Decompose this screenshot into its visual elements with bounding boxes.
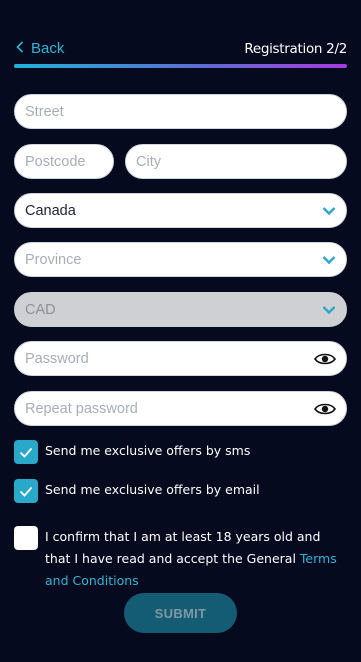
street-placeholder: Street <box>25 103 64 120</box>
sms-offers-option: Send me exclusive offers by sms <box>14 440 250 464</box>
progress-bar <box>14 64 347 68</box>
chevron-down-icon <box>322 305 336 314</box>
password-placeholder: Password <box>25 350 89 367</box>
street-input[interactable]: Street <box>14 94 347 129</box>
city-placeholder: City <box>136 153 161 170</box>
sms-offers-label: Send me exclusive offers by sms <box>45 443 251 458</box>
submit-button[interactable]: SUBMIT <box>124 593 237 633</box>
province-select[interactable]: Province <box>14 242 347 277</box>
eye-icon[interactable] <box>314 402 336 416</box>
currency-value: CAD <box>25 301 56 318</box>
password-input[interactable]: Password <box>14 341 347 376</box>
terms-option: I confirm that I am at least 18 years ol… <box>14 526 347 592</box>
eye-icon[interactable] <box>314 352 336 366</box>
email-offers-option: Send me exclusive offers by email <box>14 479 260 503</box>
chevron-down-icon <box>322 255 336 264</box>
currency-select: CAD <box>14 292 347 327</box>
sms-offers-checkbox[interactable] <box>14 440 38 464</box>
city-input[interactable]: City <box>125 144 347 179</box>
repeat-password-placeholder: Repeat password <box>25 400 138 417</box>
province-placeholder: Province <box>25 251 82 268</box>
chevron-down-icon <box>322 206 336 215</box>
terms-checkbox[interactable] <box>14 526 38 550</box>
back-button[interactable]: Back <box>16 40 64 57</box>
repeat-password-input[interactable]: Repeat password <box>14 391 347 426</box>
check-icon <box>19 486 33 497</box>
postcode-input[interactable]: Postcode <box>14 144 114 179</box>
terms-label: I confirm that I am at least 18 years ol… <box>45 526 347 592</box>
page-title: Registration 2/2 <box>244 41 347 57</box>
terms-text: I confirm that I am at least 18 years ol… <box>45 529 321 566</box>
back-label: Back <box>31 40 65 57</box>
check-icon <box>19 447 33 458</box>
chevron-left-icon <box>16 40 24 57</box>
country-value: Canada <box>25 202 76 219</box>
postcode-placeholder: Postcode <box>25 153 86 170</box>
email-offers-checkbox[interactable] <box>14 479 38 503</box>
country-select[interactable]: Canada <box>14 193 347 228</box>
email-offers-label: Send me exclusive offers by email <box>45 482 260 497</box>
header: Back Registration 2/2 <box>0 0 361 70</box>
